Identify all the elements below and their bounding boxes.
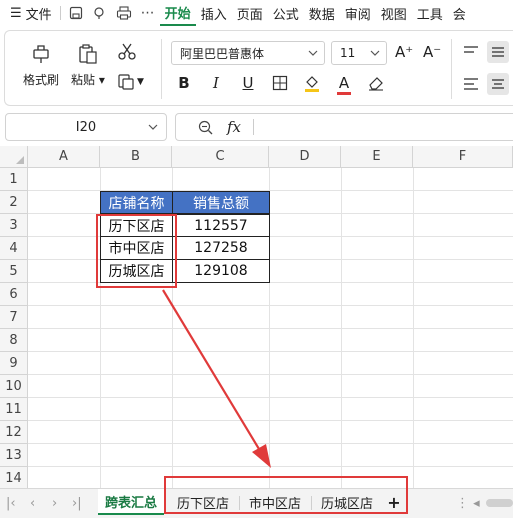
sheet-tab-summary[interactable]: 跨表汇总 <box>98 489 164 515</box>
tab-scroll-left-icon[interactable]: ⋮ ◂ <box>456 489 480 517</box>
highlight-box-sheet-tabs <box>164 476 408 514</box>
horizontal-scrollbar-thumb[interactable] <box>486 499 513 507</box>
prev-sheet-icon[interactable]: ‹ <box>30 489 35 517</box>
last-sheet-icon[interactable]: ›| <box>72 489 82 517</box>
first-sheet-icon[interactable]: |‹ <box>6 489 16 517</box>
next-sheet-icon[interactable]: › <box>52 489 57 517</box>
annotation-arrow <box>162 289 271 468</box>
